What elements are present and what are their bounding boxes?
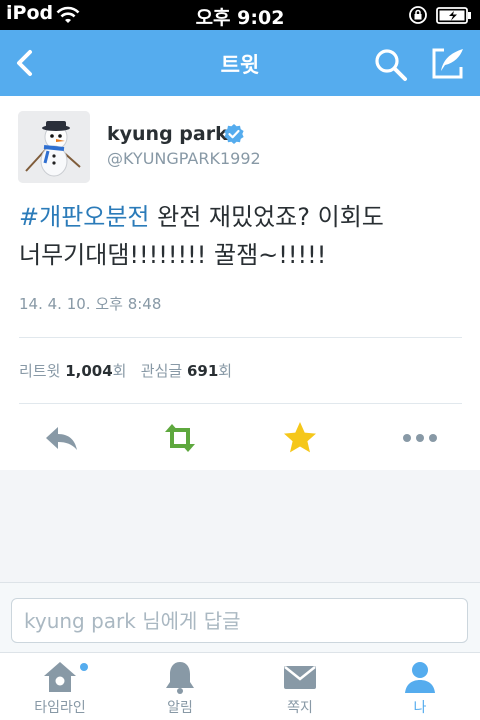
battery-icon [436,7,471,24]
retweet-icon[interactable] [160,418,200,458]
divider [19,403,462,404]
avatar[interactable] [18,111,90,183]
tab-bar: 타임라인 알림 쪽지 나 [0,652,480,720]
favorite-star-icon[interactable] [280,418,320,458]
retweet-stat-label: 리트윗 [19,362,61,380]
tab-notifications[interactable]: 알림 [120,653,240,720]
favorite-unit: 회 [218,362,233,380]
hashtag-link[interactable]: #개판오분전 [19,203,150,231]
favorite-stat-label: 관심글 [140,362,183,380]
tab-label: 알림 [167,700,193,716]
home-icon [44,662,76,692]
reply-icon[interactable] [41,418,81,458]
bell-icon [166,662,194,694]
compose-tweet-icon[interactable] [430,45,466,81]
envelope-icon [284,666,316,689]
tab-me[interactable]: 나 [360,653,480,720]
favorite-count[interactable]: 691 [187,362,218,380]
rotation-lock-icon [409,6,427,24]
tab-timeline[interactable]: 타임라인 [0,653,120,720]
tab-label: 나 [413,700,427,716]
tweet-detail-card: kyung park @KYUNGPARK1992 #개판오분전 완전 재밌었죠… [0,96,480,470]
retweet-unit: 회 [112,362,127,380]
divider [19,337,462,338]
tab-label: 쪽지 [287,700,313,716]
nav-bar: 트윗 [0,30,480,96]
avatar-snowman-image [18,111,90,183]
tab-label: 타임라인 [34,700,86,716]
reply-input[interactable] [11,598,468,643]
tweet-text-line2: 너무기대댐!!!!!!!! 꿀잼~!!!!! [19,241,327,269]
tweet-text: #개판오분전 완전 재밌었죠? 이회도 너무기대댐!!!!!!!! 꿀잼~!!!… [19,198,469,274]
reply-bar [0,582,480,652]
status-bar: iPod 오후 9:02 [0,0,480,30]
tab-messages[interactable]: 쪽지 [240,653,360,720]
more-icon[interactable] [400,418,440,458]
tweet-timestamp: 14. 4. 10. 오후 8:48 [19,295,162,313]
tweet-stats: 리트윗 1,004회 관심글 691회 [19,360,232,381]
verified-badge-icon [224,124,244,144]
notification-dot [80,663,88,671]
person-icon [405,662,435,693]
tweet-text-line1: 완전 재밌었죠? 이회도 [149,203,384,231]
retweet-count[interactable]: 1,004 [65,362,112,380]
author-name[interactable]: kyung park [107,123,228,145]
author-handle[interactable]: @KYUNGPARK1992 [107,149,261,168]
search-icon[interactable] [373,47,409,83]
